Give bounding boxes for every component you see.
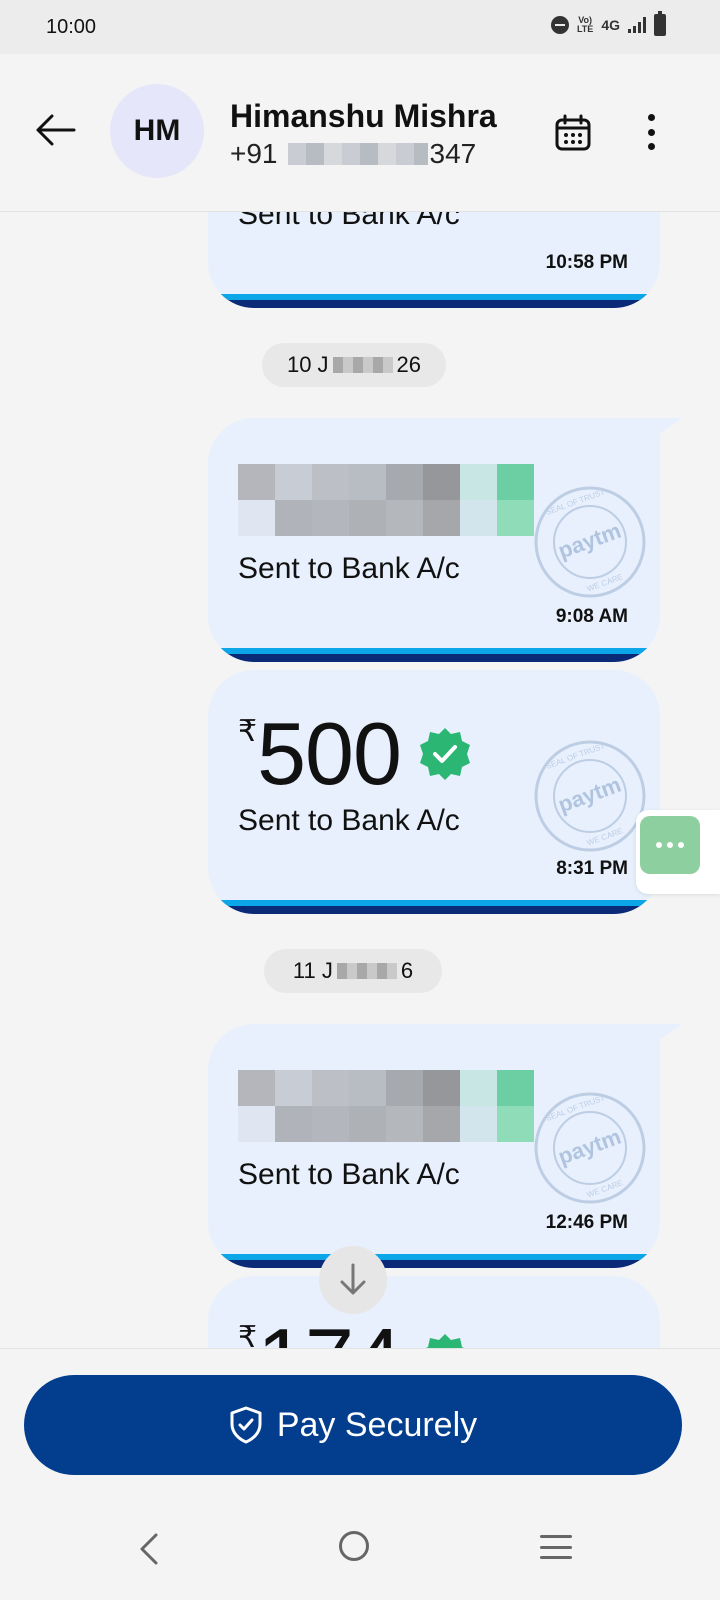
currency-symbol: ₹ (238, 715, 258, 748)
floating-chat-button[interactable] (636, 810, 720, 894)
amount-value: 174 (257, 1316, 402, 1349)
paytm-seal-icon: paytm SEAL OF TRUST WE CARE (534, 1092, 646, 1204)
contact-name[interactable]: Himanshu Mishra (230, 98, 497, 135)
back-arrow-icon[interactable] (34, 112, 76, 148)
calendar-icon[interactable] (554, 114, 592, 152)
status-bar: 10:00 Vo) LTE 4G (0, 0, 720, 54)
svg-text:paytm: paytm (555, 772, 624, 818)
shield-check-icon (230, 1406, 262, 1444)
message-time: 12:46 PM (545, 1212, 628, 1233)
nav-back-icon[interactable] (136, 1531, 160, 1567)
date-chip: 10 J 26 (262, 343, 446, 387)
bottom-bar: Pay Securely (0, 1348, 720, 1600)
pay-securely-label: Pay Securely (276, 1405, 478, 1444)
status-time: 10:00 (46, 16, 97, 38)
do-not-disturb-icon (550, 16, 569, 34)
payment-bubble[interactable]: ₹ 500 paytm SEAL OF TRUST WE CARE Sent t… (208, 670, 660, 914)
message-time: 9:08 AM (555, 606, 628, 627)
status-icons: Vo) LTE 4G (550, 11, 666, 36)
avatar[interactable]: HM (110, 84, 204, 178)
volte-icon: Vo) LTE (576, 15, 594, 34)
svg-text:paytm: paytm (555, 1124, 624, 1170)
ellipsis-icon (640, 816, 700, 874)
sent-label: Sent to Bank A/c (238, 1158, 460, 1191)
arrow-down-icon (340, 1263, 366, 1295)
network-type: 4G (601, 17, 620, 33)
amount-redacted (238, 464, 534, 536)
sent-label: Sent to Bank A/c (238, 552, 460, 585)
payment-bubble[interactable]: ₹ 174 (208, 1276, 660, 1348)
message-time: 10:58 PM (545, 252, 628, 273)
sent-label: Sent to Bank A/c (238, 212, 460, 231)
chat-header: HM Himanshu Mishra +91 347 (0, 54, 720, 212)
chat-area[interactable]: Sent to Bank A/c 10:58 PM 10 J 26 paytm S… (0, 212, 720, 1348)
payment-bubble[interactable]: Sent to Bank A/c 10:58 PM (208, 212, 660, 308)
paytm-seal-icon: paytm SEAL OF TRUST WE CARE (534, 740, 646, 852)
nav-home-icon[interactable] (339, 1531, 369, 1561)
amount-value: 500 (257, 704, 402, 803)
pay-securely-button[interactable]: Pay Securely (24, 1375, 682, 1475)
svg-text:paytm: paytm (555, 518, 624, 564)
message-time: 8:31 PM (556, 858, 628, 879)
payment-amount: ₹ 500 (238, 710, 473, 798)
date-chip: 11 J6 (264, 949, 442, 993)
scroll-to-bottom-button[interactable] (319, 1246, 387, 1314)
sent-label: Sent to Bank A/c (238, 804, 460, 837)
paytm-seal-icon: paytm SEAL OF TRUST WE CARE (534, 486, 646, 598)
more-options-icon[interactable] (640, 110, 662, 154)
payment-amount: ₹ 174 (238, 1316, 473, 1348)
payment-bubble[interactable]: paytm SEAL OF TRUST WE CARE Sent to Bank… (208, 418, 682, 662)
contact-phone: +91 347 (230, 138, 477, 169)
currency-symbol: ₹ (238, 1321, 258, 1348)
battery-icon (654, 11, 666, 36)
nav-recents-icon[interactable] (540, 1535, 572, 1559)
amount-redacted (238, 1070, 534, 1142)
system-nav-bar (0, 1499, 720, 1600)
phone-redacted (287, 143, 428, 165)
payment-bubble[interactable]: paytm SEAL OF TRUST WE CARE Sent to Bank… (208, 1024, 682, 1268)
verified-check-icon (425, 1334, 464, 1348)
verified-check-icon (419, 728, 470, 780)
signal-icon (628, 17, 646, 33)
